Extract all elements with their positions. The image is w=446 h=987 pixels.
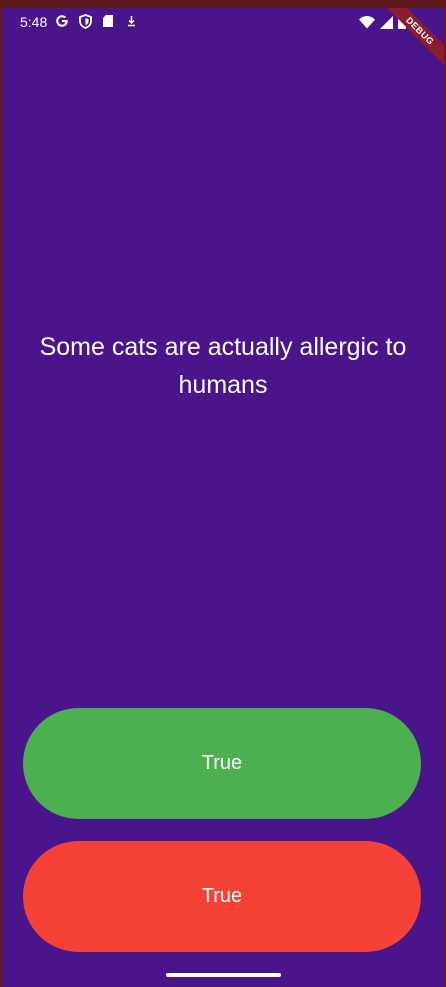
debug-banner: DEBUG xyxy=(364,8,444,88)
false-button[interactable]: True xyxy=(23,841,421,952)
status-icons-left xyxy=(55,13,138,29)
question-text: Some cats are actually allergic to human… xyxy=(39,333,407,399)
debug-banner-label: DEBUG xyxy=(379,8,444,72)
google-icon xyxy=(55,13,69,29)
device-top-edge xyxy=(0,0,446,8)
download-icon xyxy=(124,13,138,29)
true-button[interactable]: True xyxy=(23,708,421,819)
home-indicator[interactable] xyxy=(166,973,281,977)
app-screen: 5:48 DEBUG Some cats are actually allerg… xyxy=(2,8,444,987)
false-button-label: True xyxy=(201,885,243,907)
status-time: 5:48 xyxy=(20,14,48,30)
shield-icon xyxy=(78,13,92,29)
sd-card-icon xyxy=(101,13,115,29)
true-button-label: True xyxy=(201,752,243,774)
